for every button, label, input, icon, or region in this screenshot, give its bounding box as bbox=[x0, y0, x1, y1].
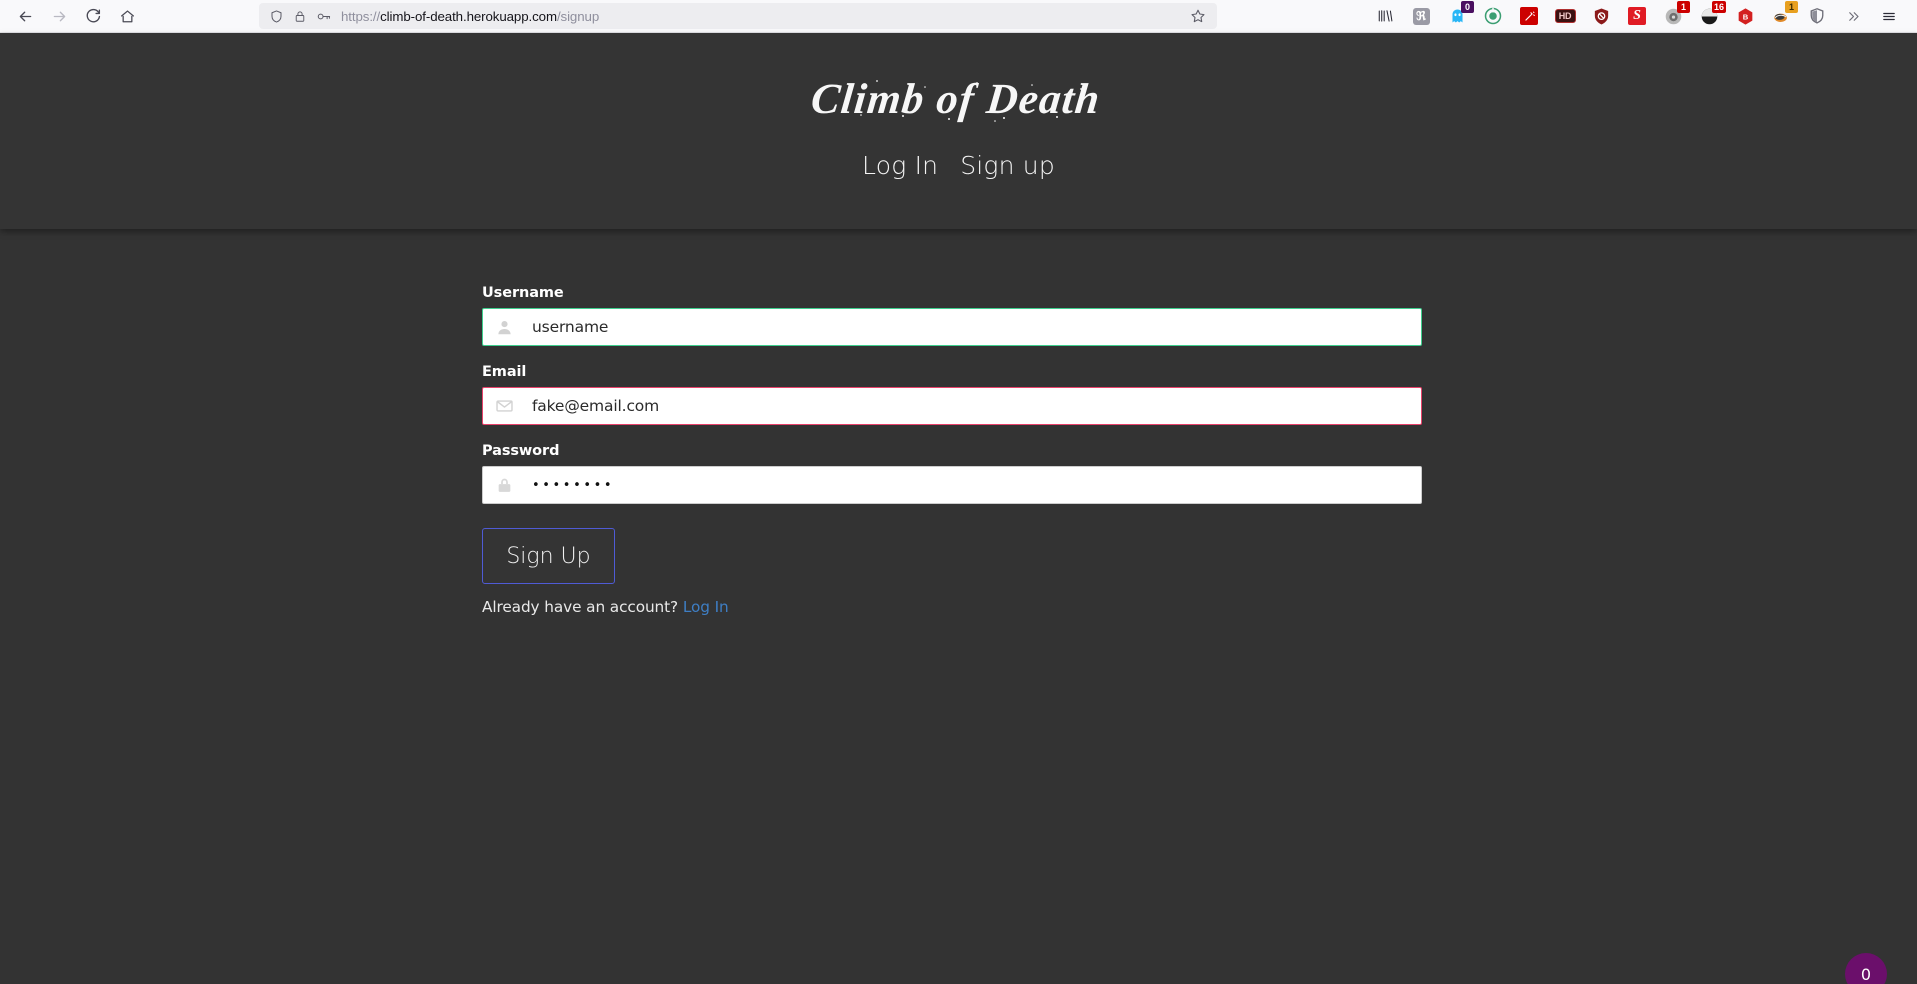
password-input[interactable]: •••••••• bbox=[482, 466, 1422, 504]
username-label: Username bbox=[482, 285, 564, 301]
ghost-badge: 0 bbox=[1461, 1, 1474, 13]
green-circle-extension-icon[interactable] bbox=[1478, 2, 1508, 30]
honey-badge: 1 bbox=[1785, 1, 1798, 13]
shield-icon[interactable] bbox=[269, 9, 284, 24]
ublock-origin-icon[interactable] bbox=[1586, 2, 1616, 30]
person-icon bbox=[495, 318, 514, 337]
hamburger-menu-icon[interactable] bbox=[1874, 2, 1904, 30]
address-bar[interactable]: https://climb-of-death.herokuapp.com/sig… bbox=[259, 3, 1217, 29]
nav-signup[interactable]: Sign up bbox=[960, 151, 1055, 180]
reader-extension-icon[interactable]: ℜ bbox=[1406, 2, 1436, 30]
login-hint-link[interactable]: Log In bbox=[683, 598, 729, 616]
dark-reader-extension-icon[interactable]: 16 bbox=[1694, 1, 1726, 30]
password-value: •••••••• bbox=[532, 477, 615, 493]
username-value: username bbox=[532, 318, 609, 336]
settings-badge: 1 bbox=[1677, 1, 1690, 13]
settings-extension-icon[interactable]: 1 bbox=[1658, 1, 1690, 30]
hd-video-extension-icon[interactable]: HD bbox=[1550, 2, 1580, 30]
chevron-double-right-icon[interactable] bbox=[1838, 2, 1868, 30]
library-icon[interactable] bbox=[1370, 2, 1400, 30]
password-label: Password bbox=[482, 443, 560, 459]
lock-icon bbox=[495, 476, 514, 495]
nav-login[interactable]: Log In bbox=[862, 151, 938, 180]
shield-extension-icon[interactable] bbox=[1802, 2, 1832, 30]
svg-text:Climb of Death: Climb of Death bbox=[808, 76, 1102, 123]
home-button[interactable] bbox=[110, 2, 144, 30]
submit-row: Sign Up Already have an account? Log In bbox=[482, 528, 1422, 616]
ghost-privacy-icon[interactable]: 0 bbox=[1442, 1, 1474, 30]
extensions-toolbar: ℜ 0 HD S 1 16 B 1 bbox=[1217, 1, 1909, 30]
bitwarden-extension-icon[interactable]: B bbox=[1730, 2, 1760, 30]
honey-extension-icon[interactable]: 1 bbox=[1766, 1, 1798, 30]
url-text: https://climb-of-death.herokuapp.com/sig… bbox=[341, 8, 600, 24]
email-label: Email bbox=[482, 364, 527, 380]
reload-button[interactable] bbox=[76, 2, 110, 30]
signup-form: Username username Email fake@email.com P… bbox=[482, 285, 1422, 616]
star-icon[interactable] bbox=[1185, 4, 1211, 28]
site-header: Climb of Death Log In Sign up bbox=[0, 33, 1917, 229]
magic-wand-extension-icon[interactable] bbox=[1514, 2, 1544, 30]
email-value: fake@email.com bbox=[532, 397, 660, 415]
lock-icon[interactable] bbox=[293, 9, 307, 24]
login-hint: Already have an account? Log In bbox=[482, 598, 1422, 616]
forward-button[interactable] bbox=[42, 2, 76, 30]
envelope-icon bbox=[495, 397, 514, 416]
s-extension-icon[interactable]: S bbox=[1622, 2, 1652, 30]
svg-text:B: B bbox=[1742, 12, 1748, 21]
login-hint-text: Already have an account? bbox=[482, 598, 679, 616]
key-icon[interactable] bbox=[316, 9, 332, 24]
counter-badge[interactable]: 0 bbox=[1845, 953, 1887, 984]
email-input[interactable]: fake@email.com bbox=[482, 387, 1422, 425]
back-button[interactable] bbox=[8, 2, 42, 30]
page-body: Username username Email fake@email.com P… bbox=[0, 229, 1917, 984]
browser-toolbar: https://climb-of-death.herokuapp.com/sig… bbox=[0, 0, 1917, 33]
brand-logo[interactable]: Climb of Death bbox=[799, 71, 1119, 129]
dark-reader-badge: 16 bbox=[1711, 1, 1726, 13]
username-input[interactable]: username bbox=[482, 308, 1422, 346]
signup-button[interactable]: Sign Up bbox=[482, 528, 615, 584]
site-nav: Log In Sign up bbox=[862, 151, 1055, 180]
